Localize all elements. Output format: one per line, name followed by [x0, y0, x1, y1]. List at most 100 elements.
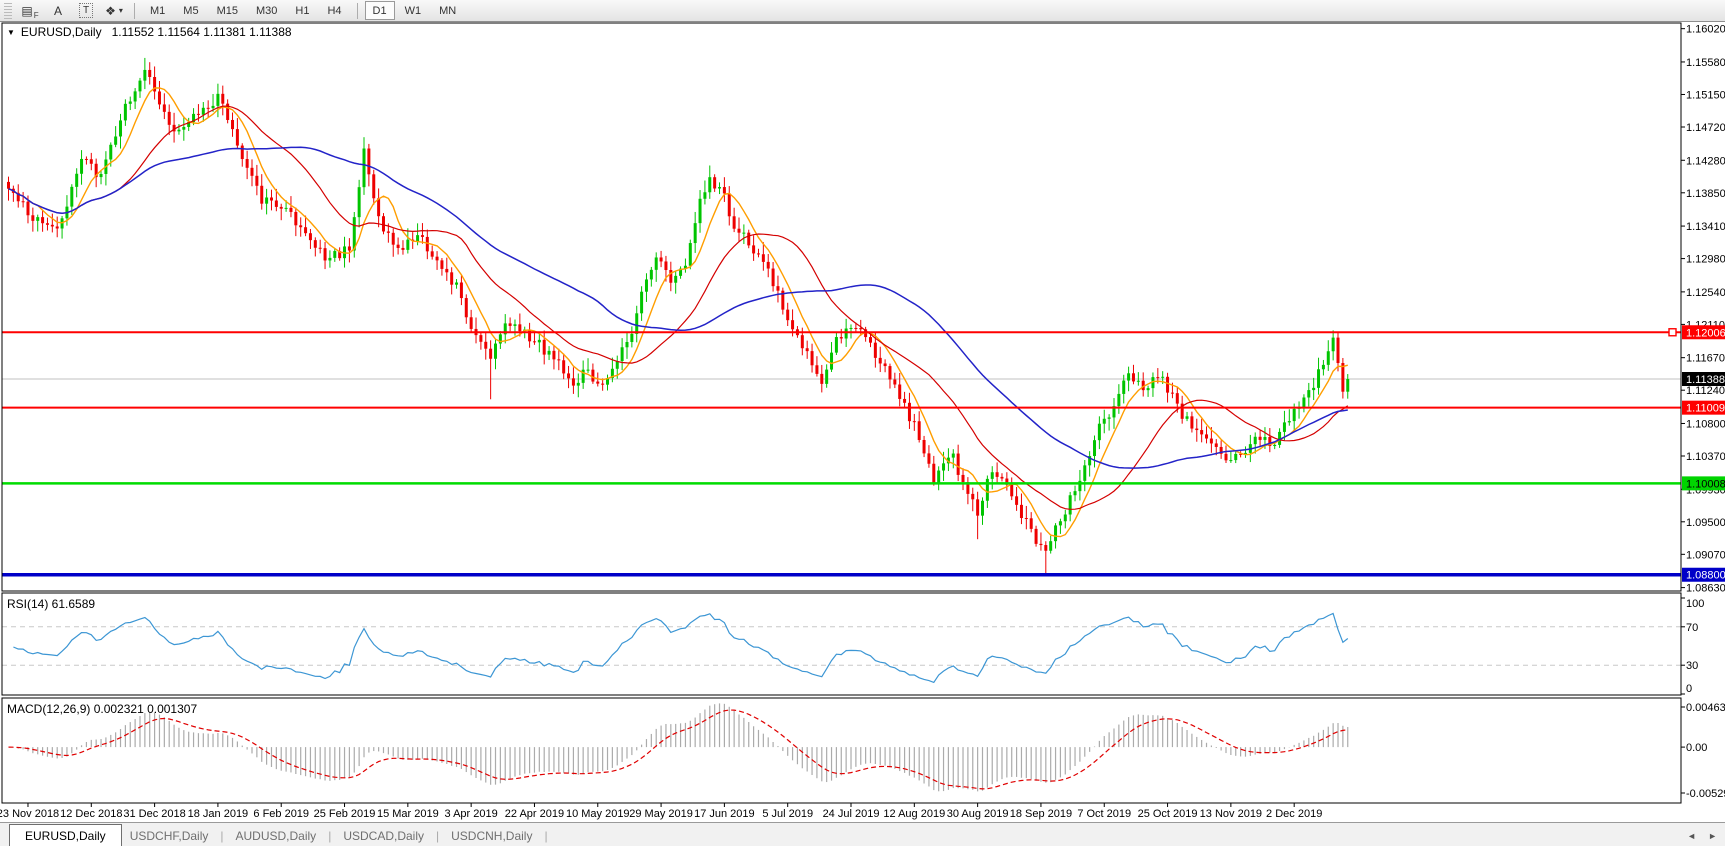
main-chart-plot[interactable] — [2, 58, 1681, 575]
price-tick-label: 1.08630 — [1686, 583, 1725, 595]
chart-symbol-label: EURUSD,Daily — [21, 25, 102, 39]
drawing-tools-button[interactable]: ❖▾ — [103, 2, 125, 20]
tab-separator: | — [216, 825, 227, 846]
date-label: 3 Apr 2019 — [445, 808, 498, 820]
tab-separator: | — [540, 825, 551, 846]
price-tick-label: 1.13850 — [1686, 188, 1725, 200]
panel-frame — [2, 593, 1681, 695]
toolbar-separator — [134, 3, 135, 19]
date-label: 18 Sep 2019 — [1010, 808, 1072, 820]
timeframe-d1-button[interactable]: D1 — [365, 1, 395, 20]
date-label: 24 Jul 2019 — [823, 808, 880, 820]
price-tick-label: 1.12540 — [1686, 287, 1725, 299]
price-tick-label: 1.14720 — [1686, 122, 1725, 134]
timeframe-m15-button[interactable]: M15 — [209, 1, 246, 20]
timeframe-w1-button[interactable]: W1 — [397, 1, 430, 20]
date-label: 22 Apr 2019 — [505, 808, 564, 820]
price-tick-label: 1.09070 — [1686, 549, 1725, 561]
macd-tick-label: 0.00 — [1686, 742, 1707, 754]
price-tick-label: 1.14280 — [1686, 155, 1725, 167]
date-label: 10 May 2019 — [566, 808, 630, 820]
rsi-tick-label: 100 — [1686, 598, 1704, 610]
date-label: 2 Dec 2019 — [1266, 808, 1322, 820]
tab-scroll-right-icon[interactable]: ► — [1708, 831, 1717, 841]
tab-scroll-left-icon[interactable]: ◄ — [1687, 831, 1696, 841]
timeframe-group: M1M5M15M30H1H4 D1W1MN — [141, 1, 465, 20]
price-tick-label: 1.16020 — [1686, 24, 1725, 36]
price-axis[interactable]: 1.160201.155801.151501.147201.142801.138… — [1681, 24, 1725, 800]
date-label: 7 Oct 2019 — [1077, 808, 1131, 820]
chart-title: ▼ EURUSD,Daily 1.11552 1.11564 1.11381 1… — [7, 25, 292, 39]
timeframe-m5-button[interactable]: M5 — [175, 1, 206, 20]
toolbar-separator — [357, 3, 358, 19]
tab-usdchf-daily[interactable]: USDCHF,Daily — [122, 825, 217, 846]
macd-tick-label: -0.005299 — [1686, 788, 1725, 800]
chart-tab-bar: EURUSD,DailyUSDCHF,Daily|AUDUSD,Daily|US… — [0, 822, 1725, 846]
chart-tabs: EURUSD,DailyUSDCHF,Daily|AUDUSD,Daily|US… — [0, 824, 552, 846]
date-label: 6 Feb 2019 — [253, 808, 309, 820]
rsi-line — [13, 613, 1347, 682]
macd-signal-line — [9, 710, 1348, 789]
price-marker-label: 1.11388 — [1686, 374, 1725, 386]
date-label: 12 Aug 2019 — [883, 808, 945, 820]
rsi-panel-plot[interactable] — [2, 613, 1681, 682]
panel-frame — [2, 23, 1681, 591]
tab-eurusd-daily[interactable]: EURUSD,Daily — [9, 824, 122, 846]
price-marker-label: 1.11009 — [1686, 403, 1725, 415]
tab-separator: | — [324, 825, 335, 846]
price-tick-label: 1.13410 — [1686, 221, 1725, 233]
price-tick-label: 1.11240 — [1686, 385, 1725, 397]
date-label: 17 Jun 2019 — [694, 808, 755, 820]
price-marker-label: 1.08800 — [1686, 570, 1725, 582]
timeframe-m1-button[interactable]: M1 — [142, 1, 173, 20]
date-label: 5 Jul 2019 — [762, 808, 813, 820]
date-label: 25 Feb 2019 — [314, 808, 376, 820]
tab-usdcnh-daily[interactable]: USDCNH,Daily — [443, 825, 540, 846]
price-tick-label: 1.10800 — [1686, 418, 1725, 430]
price-tick-label: 1.12980 — [1686, 254, 1725, 266]
tab-separator: | — [432, 825, 443, 846]
time-axis[interactable]: 23 Nov 201812 Dec 201831 Dec 201818 Jan … — [0, 803, 1322, 820]
toolbar-icon-group: ▤F AT ❖▾ — [16, 2, 128, 20]
price-tick-label: 1.15580 — [1686, 57, 1725, 69]
candlestick-series — [7, 58, 1349, 575]
rsi-tick-label: 30 — [1686, 660, 1698, 672]
rsi-tick-label: 0 — [1686, 683, 1692, 695]
date-label: 23 Nov 2018 — [0, 808, 59, 820]
date-label: 29 May 2019 — [629, 808, 693, 820]
font-a-button[interactable]: A — [47, 2, 69, 20]
tab-audusd-daily[interactable]: AUDUSD,Daily — [228, 825, 325, 846]
tab-scroll-controls: ◄ ► — [1687, 831, 1717, 841]
chart-canvas[interactable]: 1.160201.155801.151501.147201.142801.138… — [0, 0, 1725, 846]
date-label: 15 Mar 2019 — [377, 808, 439, 820]
grid-f-button[interactable]: ▤F — [19, 2, 41, 20]
text-box-button[interactable]: T — [75, 2, 97, 20]
macd-indicator-label: MACD(12,26,9) 0.002321 0.001307 — [7, 702, 197, 716]
timeframe-mn-button[interactable]: MN — [431, 1, 464, 20]
moving-average-line — [9, 106, 1348, 509]
macd-tick-label: 0.00463 — [1686, 702, 1725, 714]
rsi-indicator-label: RSI(14) 61.6589 — [7, 597, 95, 611]
date-label: 12 Dec 2018 — [60, 808, 122, 820]
date-label: 13 Nov 2019 — [1200, 808, 1262, 820]
level-line-handle[interactable] — [1669, 329, 1676, 336]
terminal-window: ▤F AT ❖▾ M1M5M15M30H1H4 D1W1MN 1.16020 1.155… — [0, 0, 1725, 846]
moving-average-line — [9, 88, 1348, 537]
price-tick-label: 1.09500 — [1686, 517, 1725, 529]
chart-ohlc-values: 1.11552 1.11564 1.11381 1.11388 — [112, 25, 292, 39]
timeframe-h4-button[interactable]: H4 — [319, 1, 349, 20]
macd-panel-plot[interactable] — [9, 703, 1348, 791]
toolbar-grip[interactable] — [4, 3, 12, 19]
timeframe-m30-button[interactable]: M30 — [248, 1, 285, 20]
tab-usdcad-daily[interactable]: USDCAD,Daily — [335, 825, 432, 846]
date-label: 25 Oct 2019 — [1138, 808, 1198, 820]
date-label: 30 Aug 2019 — [947, 808, 1009, 820]
price-tick-label: 1.10370 — [1686, 451, 1725, 463]
price-marker-label: 1.10008 — [1686, 478, 1725, 490]
collapse-triangle-icon[interactable]: ▼ — [7, 28, 15, 37]
date-label: 31 Dec 2018 — [123, 808, 185, 820]
price-marker-label: 1.12006 — [1686, 327, 1725, 339]
rsi-tick-label: 70 — [1686, 622, 1698, 634]
timeframe-h1-button[interactable]: H1 — [287, 1, 317, 20]
toolbar: ▤F AT ❖▾ M1M5M15M30H1H4 D1W1MN — [0, 0, 1725, 22]
